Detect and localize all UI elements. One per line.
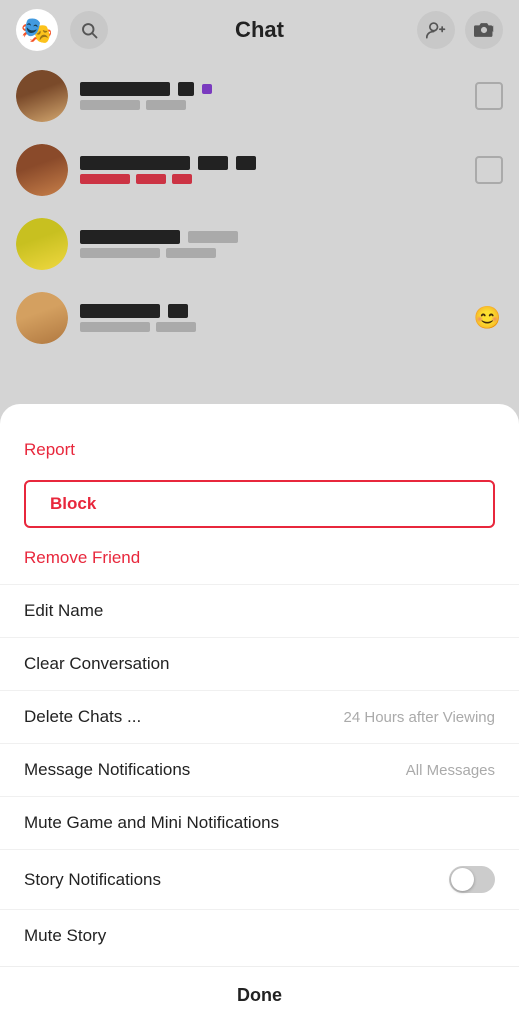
avatar-image: [16, 70, 68, 122]
avatar-image: [16, 218, 68, 270]
bottom-sheet: Report Block Remove Friend Edit Name Cle…: [0, 404, 519, 1024]
chat-list: 😊: [0, 60, 519, 354]
sub-block-2: [146, 100, 186, 110]
avatar: [16, 292, 68, 344]
delete-chats-value: 24 Hours after Viewing: [344, 709, 495, 726]
sub-block-colored-2: [136, 174, 166, 184]
name-row: [80, 230, 503, 244]
avatar: [16, 70, 68, 122]
avatar: [16, 144, 68, 196]
sub-row: [80, 174, 463, 184]
page-title: Chat: [235, 17, 284, 43]
chat-item[interactable]: [8, 208, 511, 280]
report-menu-item[interactable]: Report: [0, 424, 519, 476]
block-label: Block: [50, 494, 96, 513]
sub-block: [80, 248, 160, 258]
name-block-2: [168, 304, 188, 318]
story-notifications-toggle[interactable]: [449, 866, 495, 893]
chat-item[interactable]: [8, 134, 511, 206]
avatar-image: [16, 144, 68, 196]
sub-row: [80, 322, 503, 332]
chat-content: [80, 304, 503, 332]
sub-block-colored: [80, 174, 130, 184]
chat-content: [80, 156, 463, 184]
header: 🎭 Chat: [0, 0, 519, 60]
name-block-light: [188, 231, 238, 243]
sub-row: [80, 248, 503, 258]
header-left: 🎭: [16, 9, 108, 51]
sub-block: [80, 322, 150, 332]
chat-content: [80, 82, 463, 110]
name-block: [80, 304, 160, 318]
message-notifications-menu-item[interactable]: Message Notifications All Messages: [0, 744, 519, 796]
name-block-2: [198, 156, 228, 170]
user-avatar[interactable]: 🎭: [16, 9, 58, 51]
sub-row: [80, 100, 463, 110]
name-row: [80, 82, 463, 96]
sub-block-2: [166, 248, 216, 258]
chat-content: [80, 230, 503, 258]
name-block-3: [236, 156, 256, 170]
search-button[interactable]: [70, 11, 108, 49]
chat-icon: [475, 156, 503, 184]
remove-friend-menu-item[interactable]: Remove Friend: [0, 532, 519, 584]
emoji-badge: 😊: [474, 305, 501, 331]
chat-icon: [475, 82, 503, 110]
camera-button[interactable]: [465, 11, 503, 49]
name-block: [80, 230, 180, 244]
block-menu-item[interactable]: Block: [24, 480, 495, 528]
clear-conversation-menu-item[interactable]: Clear Conversation: [0, 638, 519, 690]
name-block: [80, 156, 190, 170]
chat-item[interactable]: [8, 60, 511, 132]
avatar-image: [16, 292, 68, 344]
mute-game-menu-item[interactable]: Mute Game and Mini Notifications: [0, 797, 519, 849]
header-right: [417, 11, 503, 49]
delete-chats-menu-item[interactable]: Delete Chats ... 24 Hours after Viewing: [0, 691, 519, 743]
name-block-extra: [178, 82, 194, 96]
done-button[interactable]: Done: [0, 966, 519, 1024]
block-wrapper: Block: [0, 476, 519, 532]
sub-block-2: [156, 322, 196, 332]
message-notifications-value: All Messages: [406, 762, 495, 779]
name-block: [80, 82, 170, 96]
avatar: [16, 218, 68, 270]
name-row: [80, 156, 463, 170]
name-row: [80, 304, 503, 318]
add-friend-button[interactable]: [417, 11, 455, 49]
toggle-thumb: [451, 868, 474, 891]
edit-name-menu-item[interactable]: Edit Name: [0, 585, 519, 637]
sub-block-colored-3: [172, 174, 192, 184]
sub-block: [80, 100, 140, 110]
chat-item[interactable]: 😊: [8, 282, 511, 354]
story-notifications-menu-item[interactable]: Story Notifications: [0, 850, 519, 909]
badge: [202, 84, 212, 94]
mute-story-menu-item[interactable]: Mute Story: [0, 910, 519, 962]
